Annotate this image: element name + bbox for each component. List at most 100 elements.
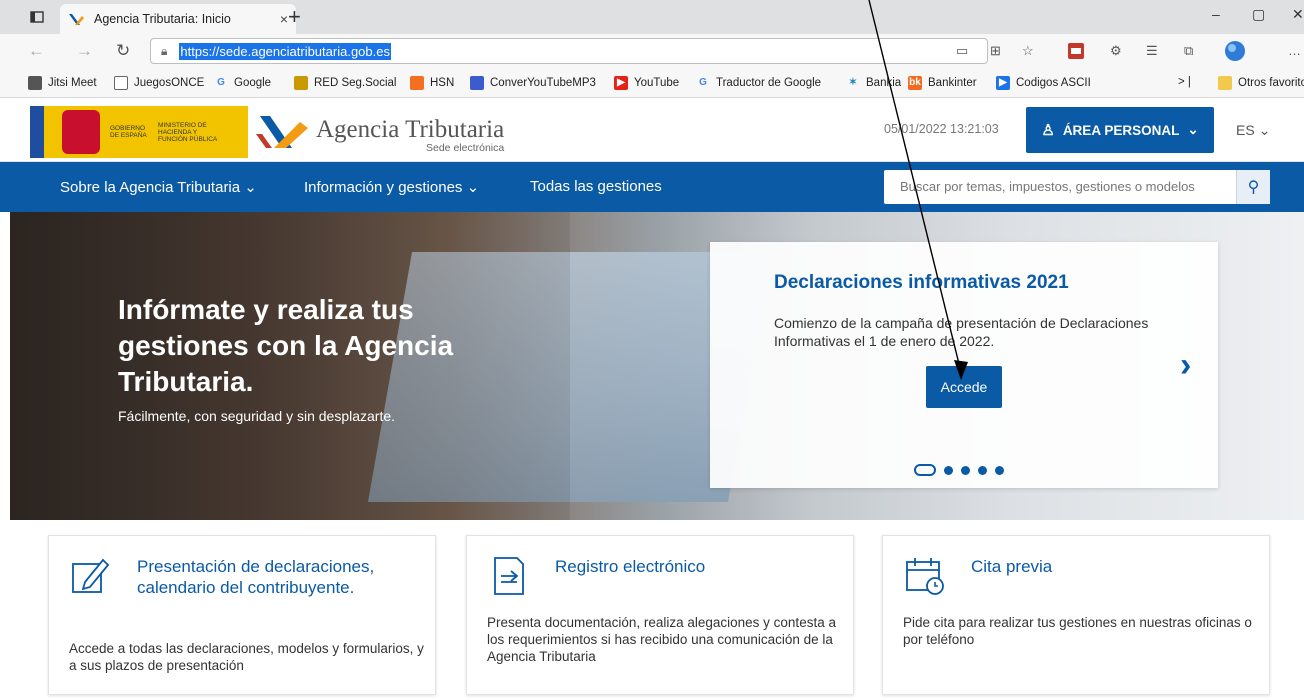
gobierno-text: GOBIERNO DE ESPAÑA <box>110 125 147 139</box>
spain-shield-icon <box>62 110 100 154</box>
carousel-next-icon[interactable]: › <box>1180 346 1191 385</box>
carousel-dot[interactable] <box>944 465 953 475</box>
current-datetime: 05/01/2022 13:21:03 <box>884 122 999 136</box>
hero-banner: Infórmate y realiza tus gestiones con la… <box>10 212 1304 520</box>
calendar-clock-icon <box>906 558 944 595</box>
bookmark-hsn[interactable]: HSN <box>410 76 454 90</box>
edit-icon <box>72 558 110 593</box>
carousel-indicators <box>914 464 1012 476</box>
puzzle-icon[interactable]: ⚙ <box>1110 43 1122 59</box>
bookmark-otros-favoritos[interactable]: Otros favorito <box>1218 76 1304 90</box>
url-text: https://sede.agenciatributaria.gob.es <box>179 42 391 60</box>
back-icon[interactable]: ← <box>28 41 45 61</box>
forward-icon[interactable]: → <box>76 41 93 61</box>
bookmark-juegosonce[interactable]: JuegosONCE <box>114 76 204 90</box>
card-presentacion[interactable]: Presentación de declaraciones, calendari… <box>48 535 436 695</box>
brand-name[interactable]: Agencia Tributaria <box>316 116 504 144</box>
bookmark-bankia[interactable]: ✶ Bankia <box>846 76 901 90</box>
youtube-icon: ▶ <box>614 76 628 90</box>
bookmark-red[interactable]: RED Seg.Social <box>294 76 396 90</box>
minimize-icon[interactable]: – <box>1212 6 1220 22</box>
nav-informacion-gestiones[interactable]: Información y gestiones ⌄ <box>304 178 479 196</box>
google-translate-icon: G <box>699 77 707 88</box>
hsn-icon <box>410 76 424 90</box>
apps-icon[interactable]: ⊞ <box>990 43 1001 59</box>
card-title[interactable]: Cita previa <box>971 556 1261 577</box>
card-cita-previa[interactable]: Cita previa Pide cita para realizar tus … <box>882 535 1270 695</box>
document-icon <box>494 557 524 595</box>
close-window-icon[interactable]: ✕ <box>1292 6 1304 23</box>
card-description: Accede a todas las declaraciones, modelo… <box>69 641 424 673</box>
card-title[interactable]: Presentación de declaraciones, calendari… <box>137 556 427 598</box>
collections-icon[interactable]: ⧉ <box>1184 43 1193 59</box>
search-box[interactable]: Buscar por temas, impuestos, gestiones o… <box>884 170 1270 204</box>
slide-text: Comienzo de la campaña de presentación d… <box>774 315 1149 349</box>
profile-avatar[interactable] <box>1222 40 1248 65</box>
page-icon <box>114 76 128 90</box>
carousel-dot[interactable] <box>995 465 1004 475</box>
card-description: Presenta documentación, realiza alegacio… <box>487 615 836 664</box>
aeat-favicon-icon <box>68 11 84 27</box>
new-tab-button[interactable]: + <box>288 4 301 30</box>
bookmark-google[interactable]: G Google <box>214 76 271 90</box>
browser-tab[interactable]: Agencia Tributaria: Inicio × <box>60 4 296 34</box>
area-personal-label: ÁREA PERSONAL <box>1062 122 1180 138</box>
favorite-star-icon[interactable]: ☆ <box>1022 43 1034 59</box>
area-personal-button[interactable]: ♙ ÁREA PERSONAL ⌄ <box>1026 107 1214 153</box>
refresh-icon[interactable]: ↻ <box>116 41 130 61</box>
gobierno-logo[interactable]: GOBIERNO DE ESPAÑA MINISTERIO DE HACIEND… <box>30 106 248 158</box>
language-selector[interactable]: ES ⌄ <box>1236 122 1270 139</box>
hero-title: Infórmate y realiza tus gestiones con la… <box>118 294 454 397</box>
bookmark-youtube[interactable]: ▶ YouTube <box>614 76 679 90</box>
bookmarks-bar: Jitsi Meet JuegosONCE G Google RED Seg.So… <box>0 68 1304 98</box>
extension-icon[interactable] <box>1068 43 1084 62</box>
tab-actions-icon[interactable] <box>26 6 48 28</box>
chevron-down-icon: ⌄ <box>466 179 480 196</box>
eu-flag-icon <box>30 106 44 158</box>
feather-icon <box>28 76 42 90</box>
bookmark-converyoutube[interactable]: ConverYouTubeMP3 <box>470 76 596 90</box>
ministerio-text: MINISTERIO DE HACIENDA Y FUNCIÓN PÚBLICA <box>158 121 218 143</box>
carousel-dot[interactable] <box>978 465 987 475</box>
card-registro[interactable]: Registro electrónico Presenta documentac… <box>466 535 854 695</box>
red-icon <box>294 76 308 90</box>
bookmark-jitsi[interactable]: Jitsi Meet <box>28 76 97 90</box>
accede-button[interactable]: Accede <box>926 366 1002 408</box>
lock-icon: 🔒︎ <box>161 43 168 58</box>
hero-subtitle: Fácilmente, con seguridad y sin desplaza… <box>118 408 396 424</box>
chevron-down-icon: ⌄ <box>1187 122 1199 137</box>
address-bar[interactable]: 🔒︎ https://sede.agenciatributaria.gob.es <box>150 38 988 64</box>
aeat-logo-icon[interactable] <box>256 112 312 152</box>
ascii-icon: ▶ <box>996 76 1010 90</box>
carousel-dot[interactable] <box>961 465 970 475</box>
convert-icon <box>470 76 484 90</box>
browser-tab-bar: Agencia Tributaria: Inicio × + – ▢ ✕ <box>0 0 1304 34</box>
read-mode-icon[interactable]: ▭ <box>956 43 968 59</box>
bankinter-icon: bk <box>908 76 922 90</box>
card-description: Pide cita para realizar tus gestiones en… <box>903 615 1252 647</box>
nav-todas-gestiones[interactable]: Todas las gestiones <box>530 178 662 195</box>
bankia-icon: ✶ <box>848 77 858 88</box>
tab-title: Agencia Tributaria: Inicio <box>94 12 231 26</box>
favorites-list-icon[interactable]: ☰ <box>1146 43 1158 59</box>
nav-sobre-agencia[interactable]: Sobre la Agencia Tributaria ⌄ <box>60 178 257 196</box>
chevron-down-icon: ⌄ <box>244 179 257 196</box>
folder-icon <box>1218 76 1232 90</box>
user-icon: ♙ <box>1041 122 1055 139</box>
carousel-dot-active[interactable] <box>914 464 936 476</box>
bookmark-bankinter[interactable]: bk Bankinter <box>908 76 977 90</box>
maximize-icon[interactable]: ▢ <box>1252 6 1265 23</box>
slide-title[interactable]: Declaraciones informativas 2021 <box>774 272 1069 294</box>
card-title[interactable]: Registro electrónico <box>555 556 845 577</box>
carousel-slide: Declaraciones informativas 2021 Comienzo… <box>710 242 1218 488</box>
more-menu-icon[interactable]: … <box>1288 43 1301 58</box>
search-icon[interactable]: ⚲ <box>1236 170 1270 204</box>
bookmark-codigos-ascii[interactable]: ▶ Codigos ASCII <box>996 76 1091 90</box>
search-input[interactable]: Buscar por temas, impuestos, gestiones o… <box>900 179 1195 194</box>
brand-subtitle: Sede electrónica <box>426 142 505 154</box>
bookmarks-overflow-icon[interactable]: > | <box>1178 76 1191 88</box>
bookmark-traductor[interactable]: G Traductor de Google <box>696 76 821 90</box>
chevron-down-icon: ⌄ <box>1258 122 1271 138</box>
browser-toolbar: ← → ↻ 🔒︎ https://sede.agenciatributaria.… <box>0 34 1304 68</box>
tab-close-icon[interactable]: × <box>280 11 288 27</box>
